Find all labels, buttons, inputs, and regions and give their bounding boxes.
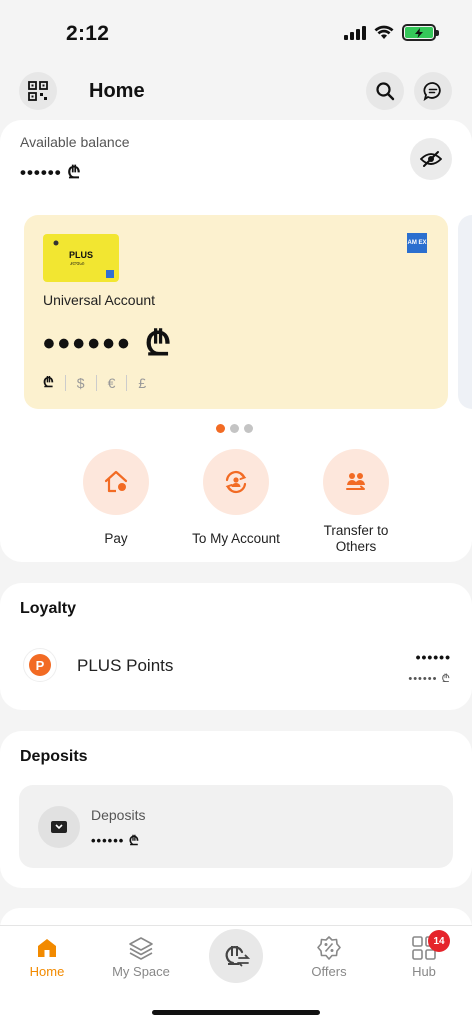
next-account-card-peek[interactable] — [458, 215, 472, 409]
pay-label: Pay — [104, 531, 128, 546]
transfer-self-icon — [225, 470, 247, 494]
loyalty-title: Loyalty — [20, 600, 77, 617]
status-bar: 2:12 — [0, 0, 472, 60]
transfer-to-others-label: Transfer to Others — [323, 523, 389, 554]
available-balance-label: Available balance — [20, 134, 130, 150]
nav-home-label: Home — [29, 964, 65, 979]
toggle-balance-visibility-button[interactable] — [410, 138, 452, 180]
deposits-item-value: •••••• ₾ — [91, 833, 140, 848]
pay-home-icon — [104, 470, 128, 493]
currency-exchange-button[interactable] — [209, 929, 263, 983]
account-name: Universal Account — [43, 292, 156, 308]
status-icons — [344, 24, 439, 41]
deposits-title: Deposits — [20, 748, 88, 765]
carousel-dot[interactable] — [216, 424, 225, 433]
eye-off-icon — [420, 151, 442, 167]
chat-button[interactable] — [414, 72, 452, 110]
balance-section: Available balance •••••• ₾ PLUS ᲞᲚᲣᲡᲘ AM… — [0, 120, 472, 562]
wifi-icon — [374, 25, 394, 39]
header: Home — [0, 72, 472, 112]
card-brand-text: PLUS — [69, 250, 94, 260]
card-brand-sub: ᲞᲚᲣᲡᲘ — [70, 261, 85, 266]
carousel-dot[interactable] — [230, 424, 239, 433]
nav-hub-label: Hub — [412, 964, 436, 979]
search-button[interactable] — [366, 72, 404, 110]
to-my-account-button[interactable]: To My Account — [171, 449, 301, 547]
deposits-section: Deposits Deposits •••••• ₾ — [0, 731, 472, 888]
universal-account-card[interactable]: PLUS ᲞᲚᲣᲡᲘ AM EX Universal Account •••••… — [24, 215, 448, 409]
nav-my-space-label: My Space — [112, 964, 170, 979]
home-icon — [38, 939, 56, 957]
available-balance-value: •••••• ₾ — [20, 163, 82, 182]
currency-eur[interactable]: € — [95, 374, 127, 391]
currency-list: ₾ $ € £ — [43, 373, 157, 392]
nav-offers-label: Offers — [311, 964, 347, 979]
nav-home[interactable]: Home — [7, 934, 87, 979]
account-balance: •••••• ₾ — [43, 325, 175, 363]
loyalty-section: Loyalty P PLUS Points •••••• •••••• ₾ — [0, 583, 472, 710]
transfer-others-icon — [346, 473, 365, 490]
discount-badge-icon — [317, 936, 341, 960]
battery-icon — [402, 24, 439, 41]
plus-points-label[interactable]: PLUS Points — [77, 656, 173, 676]
plus-points-value: •••••• — [415, 649, 451, 665]
currency-gel[interactable]: ₾ — [43, 373, 65, 392]
transfer-to-others-button[interactable]: Transfer to Others — [291, 449, 421, 555]
status-time: 2:12 — [66, 22, 110, 45]
carousel-dot[interactable] — [244, 424, 253, 433]
to-my-account-label: To My Account — [192, 531, 280, 546]
pay-button[interactable]: Pay — [51, 449, 181, 547]
deposits-item-name: Deposits — [91, 807, 146, 823]
plus-points-icon: P — [23, 648, 57, 682]
amex-logo: AM EX — [407, 233, 427, 253]
plus-points-gel-value: •••••• ₾ — [408, 673, 451, 685]
page-title: Home — [89, 80, 145, 102]
layers-icon — [129, 937, 153, 960]
qr-button[interactable] — [19, 72, 57, 110]
nav-offers[interactable]: Offers — [289, 934, 369, 979]
deposits-item[interactable]: Deposits •••••• ₾ — [19, 785, 453, 868]
currency-gbp[interactable]: £ — [126, 374, 157, 391]
qr-code-icon — [28, 81, 48, 101]
bottom-nav: Home My Space Offers Hub 14 — [0, 925, 472, 1024]
chat-bubble-icon — [423, 82, 441, 101]
nav-hub[interactable]: Hub 14 — [384, 930, 464, 979]
currency-usd[interactable]: $ — [64, 374, 96, 391]
home-indicator — [152, 1010, 320, 1015]
card-network-mark — [106, 270, 114, 278]
nav-my-space[interactable]: My Space — [101, 934, 181, 979]
deposit-wallet-icon — [38, 806, 80, 848]
search-icon — [376, 82, 395, 101]
carousel-dots — [216, 424, 253, 433]
signal-icon — [344, 25, 366, 40]
hub-notification-badge: 14 — [428, 930, 450, 952]
currency-exchange-icon — [225, 946, 250, 967]
card-thumbnail: PLUS ᲞᲚᲣᲡᲘ — [43, 234, 119, 282]
